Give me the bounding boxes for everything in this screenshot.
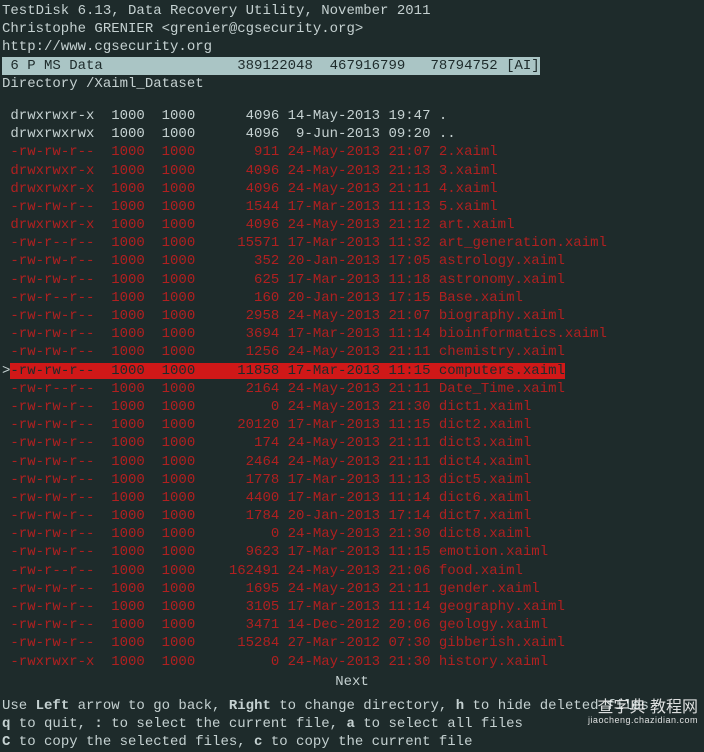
file-entry: drwxrwxr-x 1000 1000 4096 24-May-2013 21… — [10, 217, 514, 233]
file-row[interactable]: >-rw-rw-r-- 1000 1000 11858 17-Mar-2013 … — [2, 362, 702, 380]
header-author: Christophe GRENIER <grenier@cgsecurity.o… — [2, 20, 702, 38]
file-row[interactable]: -rw-rw-r-- 1000 1000 1256 24-May-2013 21… — [2, 343, 702, 361]
file-row[interactable]: -rw-rw-r-- 1000 1000 20120 17-Mar-2013 1… — [2, 416, 702, 434]
file-row[interactable]: -rw-rw-r-- 1000 1000 9623 17-Mar-2013 11… — [2, 543, 702, 561]
file-entry: -rw-rw-r-- 1000 1000 9623 17-Mar-2013 11… — [10, 544, 548, 560]
file-entry: -rw-rw-r-- 1000 1000 352 20-Jan-2013 17:… — [10, 253, 565, 269]
file-entry: -rw-rw-r-- 1000 1000 1695 24-May-2013 21… — [10, 581, 539, 597]
file-entry: drwxrwxr-x 1000 1000 4096 24-May-2013 21… — [10, 181, 497, 197]
file-entry: -rw-rw-r-- 1000 1000 1778 17-Mar-2013 11… — [10, 472, 531, 488]
file-entry: -rw-rw-r-- 1000 1000 3105 17-Mar-2013 11… — [10, 599, 565, 615]
file-list[interactable]: drwxrwxr-x 1000 1000 4096 14-May-2013 19… — [2, 107, 702, 671]
file-row[interactable]: -rw-rw-r-- 1000 1000 2958 24-May-2013 21… — [2, 307, 702, 325]
file-entry: -rw-rw-r-- 1000 1000 0 24-May-2013 21:30… — [10, 399, 531, 415]
file-entry: -rw-r--r-- 1000 1000 15571 17-Mar-2013 1… — [10, 235, 607, 251]
file-row[interactable]: -rwxrwxr-x 1000 1000 0 24-May-2013 21:30… — [2, 653, 702, 671]
file-row[interactable]: drwxrwxr-x 1000 1000 4096 24-May-2013 21… — [2, 216, 702, 234]
help-key: h — [456, 698, 464, 714]
file-row[interactable]: -rw-rw-r-- 1000 1000 3694 17-Mar-2013 11… — [2, 325, 702, 343]
header-version: TestDisk 6.13, Data Recovery Utility, No… — [2, 2, 702, 20]
help-key: : — [94, 716, 102, 732]
help-key: Left — [36, 698, 70, 714]
file-row[interactable]: -rw-rw-r-- 1000 1000 1695 24-May-2013 21… — [2, 580, 702, 598]
file-entry: -rw-rw-r-- 1000 1000 625 17-Mar-2013 11:… — [10, 272, 565, 288]
file-row[interactable]: -rw-rw-r-- 1000 1000 911 24-May-2013 21:… — [2, 143, 702, 161]
file-row[interactable]: -rw-rw-r-- 1000 1000 1544 17-Mar-2013 11… — [2, 198, 702, 216]
help-key: c — [254, 734, 262, 750]
file-row[interactable]: drwxrwxrwx 1000 1000 4096 9-Jun-2013 09:… — [2, 125, 702, 143]
file-entry: -rwxrwxr-x 1000 1000 0 24-May-2013 21:30… — [10, 654, 548, 670]
file-row[interactable]: -rw-r--r-- 1000 1000 2164 24-May-2013 21… — [2, 380, 702, 398]
file-entry: -rw-r--r-- 1000 1000 162491 24-May-2013 … — [10, 563, 522, 579]
file-row[interactable]: -rw-rw-r-- 1000 1000 0 24-May-2013 21:30… — [2, 398, 702, 416]
help-key: Right — [229, 698, 271, 714]
file-entry: -rw-rw-r-- 1000 1000 1256 24-May-2013 21… — [10, 344, 565, 360]
file-entry: -rw-rw-r-- 1000 1000 911 24-May-2013 21:… — [10, 144, 497, 160]
file-row[interactable]: -rw-rw-r-- 1000 1000 625 17-Mar-2013 11:… — [2, 271, 702, 289]
file-entry: drwxrwxr-x 1000 1000 4096 24-May-2013 21… — [10, 163, 497, 179]
file-entry: -rw-rw-r-- 1000 1000 3694 17-Mar-2013 11… — [10, 326, 607, 342]
file-row[interactable]: -rw-rw-r-- 1000 1000 174 24-May-2013 21:… — [2, 434, 702, 452]
header-url: http://www.cgsecurity.org — [2, 38, 702, 56]
file-entry: -rw-rw-r-- 1000 1000 20120 17-Mar-2013 1… — [10, 417, 531, 433]
file-row[interactable]: -rw-rw-r-- 1000 1000 2464 24-May-2013 21… — [2, 453, 702, 471]
next-indicator[interactable]: Next — [2, 673, 702, 691]
file-row[interactable]: -rw-rw-r-- 1000 1000 1778 17-Mar-2013 11… — [2, 471, 702, 489]
file-entry: drwxrwxrwx 1000 1000 4096 9-Jun-2013 09:… — [10, 126, 455, 142]
file-row[interactable]: -rw-rw-r-- 1000 1000 0 24-May-2013 21:30… — [2, 525, 702, 543]
file-entry: -rw-rw-r-- 1000 1000 1544 17-Mar-2013 11… — [10, 199, 497, 215]
file-entry: -rw-rw-r-- 1000 1000 174 24-May-2013 21:… — [10, 435, 531, 451]
help-key: C — [2, 734, 10, 750]
partition-info: 6 P MS Data 389122048 467916799 78794752… — [2, 57, 540, 75]
file-entry: -rw-r--r-- 1000 1000 160 20-Jan-2013 17:… — [10, 290, 522, 306]
file-entry: -rw-rw-r-- 1000 1000 0 24-May-2013 21:30… — [10, 526, 531, 542]
file-row[interactable]: -rw-r--r-- 1000 1000 15571 17-Mar-2013 1… — [2, 234, 702, 252]
file-entry: -rw-rw-r-- 1000 1000 4400 17-Mar-2013 11… — [10, 490, 531, 506]
file-row[interactable]: -rw-rw-r-- 1000 1000 352 20-Jan-2013 17:… — [2, 252, 702, 270]
file-row[interactable]: drwxrwxr-x 1000 1000 4096 24-May-2013 21… — [2, 162, 702, 180]
directory-path: Directory /Xaiml_Dataset — [2, 75, 702, 93]
file-entry: -rw-rw-r-- 1000 1000 3471 14-Dec-2012 20… — [10, 617, 548, 633]
file-entry: -rw-rw-r-- 1000 1000 2958 24-May-2013 21… — [10, 308, 565, 324]
file-entry: -rw-rw-r-- 1000 1000 11858 17-Mar-2013 1… — [10, 363, 565, 379]
file-entry: drwxrwxr-x 1000 1000 4096 14-May-2013 19… — [10, 108, 447, 124]
file-entry: -rw-r--r-- 1000 1000 2164 24-May-2013 21… — [10, 381, 565, 397]
file-row[interactable]: -rw-r--r-- 1000 1000 160 20-Jan-2013 17:… — [2, 289, 702, 307]
file-row[interactable]: -rw-rw-r-- 1000 1000 3471 14-Dec-2012 20… — [2, 616, 702, 634]
file-row[interactable]: drwxrwxr-x 1000 1000 4096 24-May-2013 21… — [2, 180, 702, 198]
file-entry: -rw-rw-r-- 1000 1000 15284 27-Mar-2012 0… — [10, 635, 565, 651]
file-row[interactable]: -rw-rw-r-- 1000 1000 3105 17-Mar-2013 11… — [2, 598, 702, 616]
help-footer: Use Left arrow to go back, Right to chan… — [2, 697, 702, 752]
file-entry: -rw-rw-r-- 1000 1000 2464 24-May-2013 21… — [10, 454, 531, 470]
help-key: q — [2, 716, 10, 732]
file-row[interactable]: -rw-rw-r-- 1000 1000 4400 17-Mar-2013 11… — [2, 489, 702, 507]
file-row[interactable]: drwxrwxr-x 1000 1000 4096 14-May-2013 19… — [2, 107, 702, 125]
file-row[interactable]: -rw-r--r-- 1000 1000 162491 24-May-2013 … — [2, 562, 702, 580]
file-entry: -rw-rw-r-- 1000 1000 1784 20-Jan-2013 17… — [10, 508, 531, 524]
file-row[interactable]: -rw-rw-r-- 1000 1000 15284 27-Mar-2012 0… — [2, 634, 702, 652]
file-row[interactable]: -rw-rw-r-- 1000 1000 1784 20-Jan-2013 17… — [2, 507, 702, 525]
help-key: a — [346, 716, 354, 732]
